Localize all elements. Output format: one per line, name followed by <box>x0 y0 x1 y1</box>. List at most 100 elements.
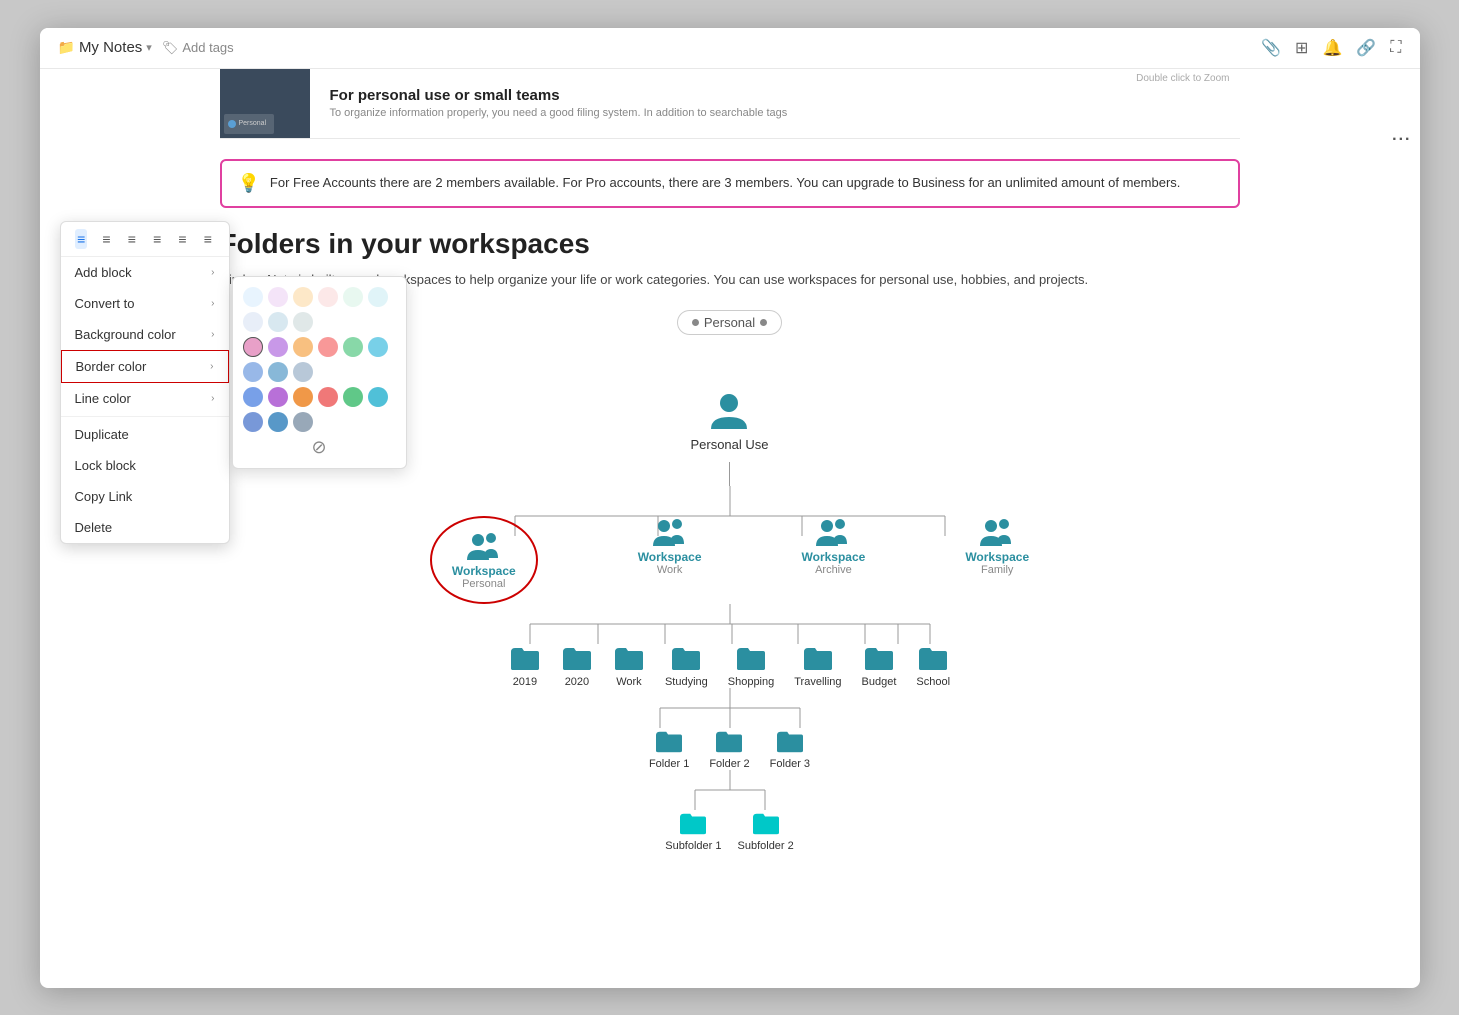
color-green-mid[interactable] <box>343 337 363 357</box>
color-purple-light[interactable] <box>268 287 288 307</box>
color-sky-light[interactable] <box>268 312 288 332</box>
add-tags-button[interactable]: 🏷 Add tags <box>162 40 234 56</box>
ws-family-label: Workspace <box>965 550 1029 564</box>
arrow-1: ➜ <box>40 148 43 178</box>
color-blue-dark[interactable] <box>243 387 263 407</box>
share-icon[interactable]: 🔗 <box>1356 38 1376 58</box>
menu-background-color[interactable]: Background color › <box>61 319 229 350</box>
info-banner: 💡 For Free Accounts there are 2 members … <box>220 159 1240 208</box>
layout-icon[interactable]: ⊞ <box>1295 38 1308 58</box>
color-indigo-mid[interactable] <box>243 362 263 382</box>
border-color-label: Border color <box>76 359 147 374</box>
folder-icon-2019 <box>509 644 541 672</box>
ws-archive-sublabel: Archive <box>815 564 852 576</box>
color-green-light[interactable] <box>343 287 363 307</box>
color-cyan-mid[interactable] <box>368 337 388 357</box>
attach-icon[interactable]: 📎 <box>1261 38 1281 58</box>
color-row-1 <box>243 287 396 332</box>
folder-label-school: School <box>916 676 950 688</box>
ws-personal-label: Workspace <box>452 564 516 578</box>
color-orange-mid[interactable] <box>293 337 313 357</box>
color-orange-dark[interactable] <box>293 387 313 407</box>
add-block-arrow: › <box>211 267 214 278</box>
three-dot-button[interactable]: ... <box>1392 127 1411 145</box>
folder-icon-shopping <box>735 644 767 672</box>
color-purple-mid[interactable] <box>268 337 288 357</box>
bell-icon[interactable]: 🔔 <box>1322 38 1342 58</box>
subsubfolder-icon-1 <box>678 810 708 836</box>
align-center-btn[interactable]: ≡ <box>100 229 112 249</box>
menu-lock-block[interactable]: Lock block <box>61 450 229 481</box>
color-row-2 <box>243 337 396 382</box>
color-indigo-dark[interactable] <box>243 412 263 432</box>
workspace-archive: Workspace Archive <box>802 516 866 576</box>
pill-dot-right <box>760 319 767 326</box>
delete-label: Delete <box>75 520 113 535</box>
lock-block-label: Lock block <box>75 458 136 473</box>
color-sky-dark[interactable] <box>268 412 288 432</box>
color-purple-dark[interactable] <box>268 387 288 407</box>
personal-text: Personal <box>239 120 267 127</box>
menu-border-color[interactable]: Border color › <box>61 350 229 383</box>
menu-convert-to[interactable]: Convert to › <box>61 288 229 319</box>
align-justify-btn[interactable]: ≡ <box>151 229 163 249</box>
ws-archive-label: Workspace <box>802 550 866 564</box>
menu-add-block[interactable]: Add block › <box>61 257 229 288</box>
folder-label-2019: 2019 <box>513 676 537 688</box>
no-color-button[interactable]: ⊘ <box>243 437 396 458</box>
color-indigo-light[interactable] <box>243 312 263 332</box>
folder-shopping: Shopping <box>728 644 775 688</box>
color-red-light[interactable] <box>318 287 338 307</box>
personal-pill-label: Personal <box>704 315 755 330</box>
align-indent-btn[interactable]: ≡ <box>176 229 188 249</box>
color-steel-dark[interactable] <box>293 412 313 432</box>
ws-family-sublabel: Family <box>981 564 1013 576</box>
menu-duplicate[interactable]: Duplicate <box>61 419 229 450</box>
align-outdent-btn[interactable]: ≡ <box>202 229 214 249</box>
color-teal-light[interactable] <box>293 312 313 332</box>
workspace-row: Workspace Personal Workspace Work <box>430 516 1029 604</box>
color-blue-light[interactable] <box>243 287 263 307</box>
ws-personal-icon <box>467 530 501 564</box>
border-color-arrow: › <box>210 361 213 372</box>
color-steel-mid[interactable] <box>293 362 313 382</box>
align-left-btn[interactable]: ≡ <box>75 229 87 249</box>
convert-to-arrow: › <box>211 298 214 309</box>
color-cyan-dark[interactable] <box>368 387 388 407</box>
add-tags-label: Add tags <box>182 40 233 55</box>
align-right-btn[interactable]: ≡ <box>126 229 138 249</box>
person-label: Personal Use <box>690 437 768 452</box>
color-red-mid[interactable] <box>318 337 338 357</box>
workspace-family: Workspace Family <box>965 516 1029 576</box>
title-text: My Notes <box>79 39 142 56</box>
line-color-label: Line color <box>75 391 131 406</box>
copy-link-label: Copy Link <box>75 489 133 504</box>
color-orange-light[interactable] <box>293 287 313 307</box>
menu-delete[interactable]: Delete <box>61 512 229 543</box>
ws-personal-sublabel: Personal <box>462 578 505 590</box>
color-green-dark[interactable] <box>343 387 363 407</box>
alignment-bar: ≡ ≡ ≡ ≡ ≡ ≡ <box>61 222 229 257</box>
fullscreen-icon[interactable]: ⛶ <box>1390 39 1401 57</box>
color-row-3 <box>243 387 396 432</box>
pill-dot-left <box>692 319 699 326</box>
subsubfolder-icon-2 <box>751 810 781 836</box>
color-sky-mid[interactable] <box>268 362 288 382</box>
subsubfolder-label-1: Subfolder 1 <box>665 840 721 852</box>
menu-copy-link[interactable]: Copy Link <box>61 481 229 512</box>
header-left: 📁 My Notes ▾ 🏷 Add tags <box>58 39 234 56</box>
v-line-1 <box>729 462 730 486</box>
info-text: For Free Accounts there are 2 members av… <box>270 173 1180 193</box>
title-chevron[interactable]: ▾ <box>146 41 152 54</box>
preview-text-area: Double click to Zoom For personal use or… <box>310 69 1240 138</box>
document-title[interactable]: 📁 My Notes ▾ <box>58 39 152 56</box>
color-pink-selected[interactable] <box>243 337 263 357</box>
subfolder-icon-1 <box>654 728 684 754</box>
preview-thumbnail: Personal <box>220 69 310 138</box>
preview-banner: Personal Double click to Zoom For person… <box>220 69 1240 139</box>
color-red-dark[interactable] <box>318 387 338 407</box>
folder-connectors <box>480 604 980 644</box>
three-dot-label: ... <box>1392 127 1411 144</box>
menu-line-color[interactable]: Line color › <box>61 383 229 414</box>
color-cyan-light[interactable] <box>368 287 388 307</box>
